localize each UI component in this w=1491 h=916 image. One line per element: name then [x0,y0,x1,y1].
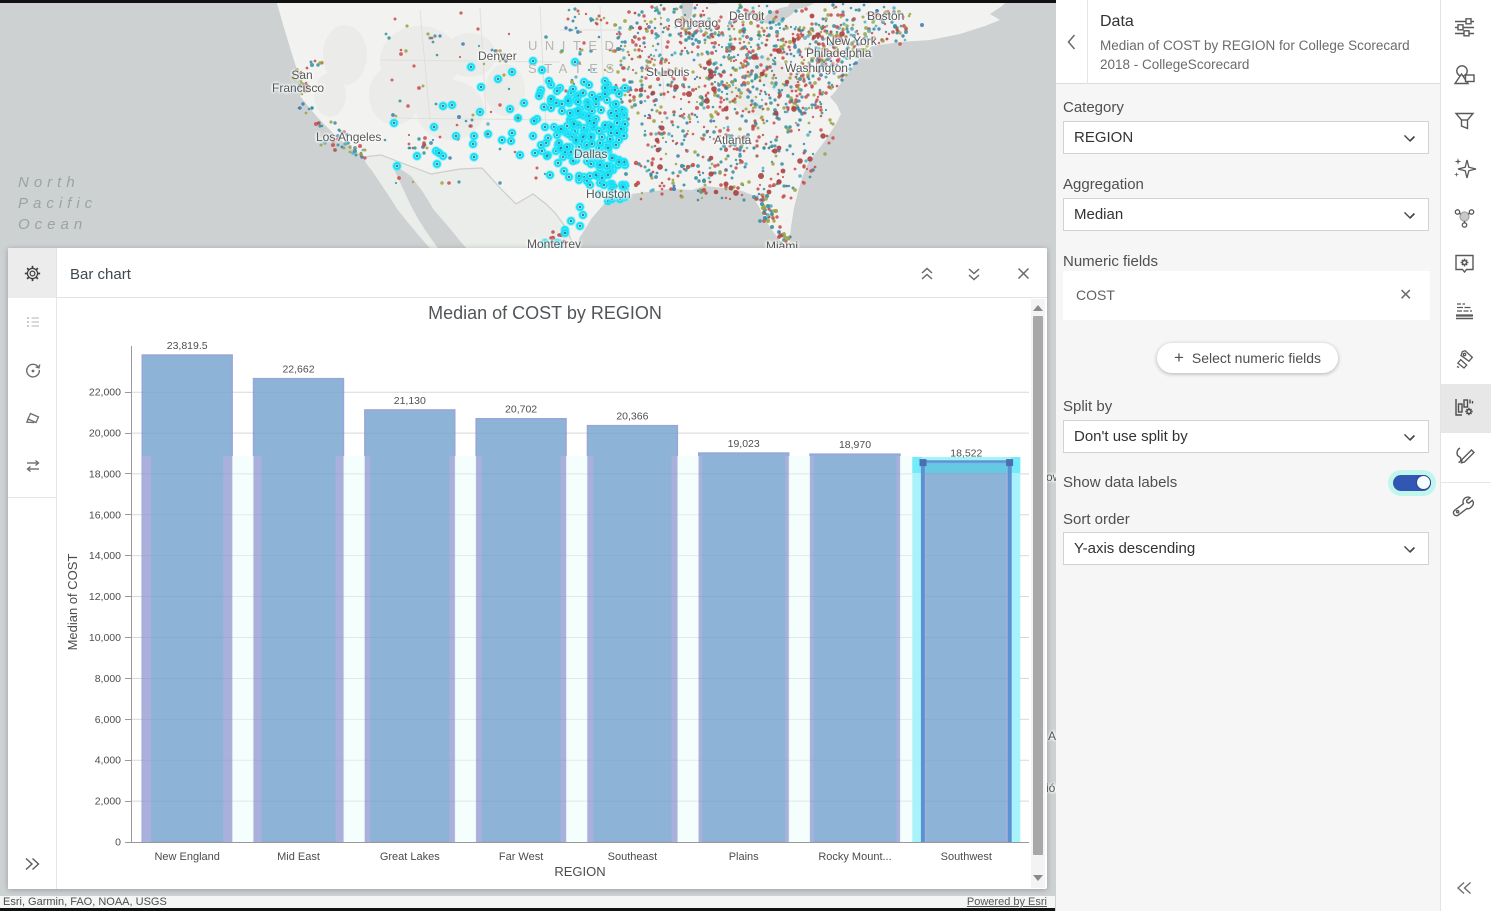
svg-text:Great Lakes: Great Lakes [380,851,440,863]
svg-text:Plains: Plains [729,851,759,863]
svg-text:12,000: 12,000 [89,591,121,603]
svg-text:New England: New England [154,851,219,863]
svg-text:20,702: 20,702 [505,404,537,416]
svg-text:19,023: 19,023 [728,438,760,450]
svg-text:16,000: 16,000 [89,509,121,521]
svg-text:22,662: 22,662 [282,364,314,376]
svg-text:Mid East: Mid East [277,851,320,863]
svg-text:4,000: 4,000 [95,755,121,767]
svg-text:18,000: 18,000 [89,468,121,480]
svg-text:10,000: 10,000 [89,632,121,644]
svg-text:14,000: 14,000 [89,550,121,562]
svg-text:0: 0 [115,837,121,849]
svg-text:2,000: 2,000 [95,796,121,808]
svg-text:21,130: 21,130 [394,395,426,407]
svg-text:20,366: 20,366 [616,411,648,423]
svg-text:Southeast: Southeast [608,851,658,863]
svg-text:18,970: 18,970 [839,439,871,451]
svg-text:8,000: 8,000 [95,673,121,685]
svg-text:Southwest: Southwest [941,851,992,863]
svg-text:20,000: 20,000 [89,428,121,440]
svg-text:Rocky Mount...: Rocky Mount... [818,851,891,863]
svg-text:23,819.5: 23,819.5 [167,340,208,352]
svg-text:22,000: 22,000 [89,387,121,399]
svg-text:Far West: Far West [499,851,543,863]
svg-text:6,000: 6,000 [95,714,121,726]
